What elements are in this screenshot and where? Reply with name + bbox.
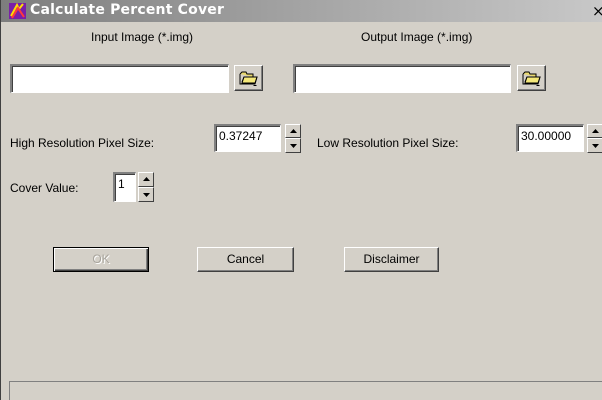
low-res-pixel-size-input[interactable]: 30.00000: [516, 124, 584, 152]
cover-value-value: 1: [118, 177, 125, 191]
cover-value-spin-down[interactable]: [138, 187, 154, 202]
cancel-button-label: Cancel: [226, 252, 265, 266]
high-res-spinner: [285, 124, 301, 153]
arrow-down-icon: [290, 144, 297, 148]
high-res-pixel-size-label: High Resolution Pixel Size:: [10, 136, 155, 150]
high-res-spin-up[interactable]: [285, 124, 301, 138]
disclaimer-button-label: Disclaimer: [363, 252, 420, 266]
cover-value-input[interactable]: 1: [113, 172, 136, 202]
app-icon: [9, 3, 26, 19]
ok-button-label: OK: [92, 252, 110, 266]
input-image-browse-button[interactable]: [234, 65, 263, 91]
disclaimer-button[interactable]: Disclaimer: [344, 247, 439, 272]
input-image-label: Input Image (*.img): [91, 30, 194, 44]
arrow-up-icon: [290, 129, 297, 133]
calculate-percent-cover-dialog: Calculate Percent Cover × Input Image (*…: [0, 0, 602, 400]
title-bar[interactable]: Calculate Percent Cover ×: [1, 0, 602, 22]
low-res-pixel-size-value: 30.00000: [521, 129, 572, 143]
low-res-spin-down[interactable]: [587, 138, 602, 153]
low-res-spinner: [587, 124, 602, 153]
window-title: Calculate Percent Cover: [30, 2, 225, 18]
close-button[interactable]: ×: [592, 2, 602, 20]
high-res-pixel-size-input[interactable]: 0.37247: [214, 124, 281, 152]
ok-button[interactable]: OK: [53, 247, 149, 272]
high-res-spin-down[interactable]: [285, 138, 301, 153]
low-res-pixel-size-label: Low Resolution Pixel Size:: [317, 136, 459, 150]
cover-value-spinner: [138, 172, 154, 202]
cover-value-spin-up[interactable]: [138, 172, 154, 187]
high-res-pixel-size-value: 0.37247: [219, 129, 263, 143]
output-image-label: Output Image (*.img): [361, 30, 473, 44]
arrow-down-icon: [592, 144, 599, 148]
arrow-up-icon: [143, 177, 150, 181]
output-image-browse-button[interactable]: [517, 65, 546, 91]
folder-open-icon: [522, 71, 541, 86]
cover-value-label: Cover Value:: [10, 181, 79, 195]
cancel-button[interactable]: Cancel: [197, 247, 294, 272]
output-image-field[interactable]: [293, 64, 511, 93]
input-image-field[interactable]: [10, 64, 229, 93]
folder-open-icon: [239, 71, 258, 86]
arrow-up-icon: [592, 129, 599, 133]
arrow-down-icon: [143, 193, 150, 197]
low-res-spin-up[interactable]: [587, 124, 602, 138]
status-bar: [9, 381, 602, 400]
